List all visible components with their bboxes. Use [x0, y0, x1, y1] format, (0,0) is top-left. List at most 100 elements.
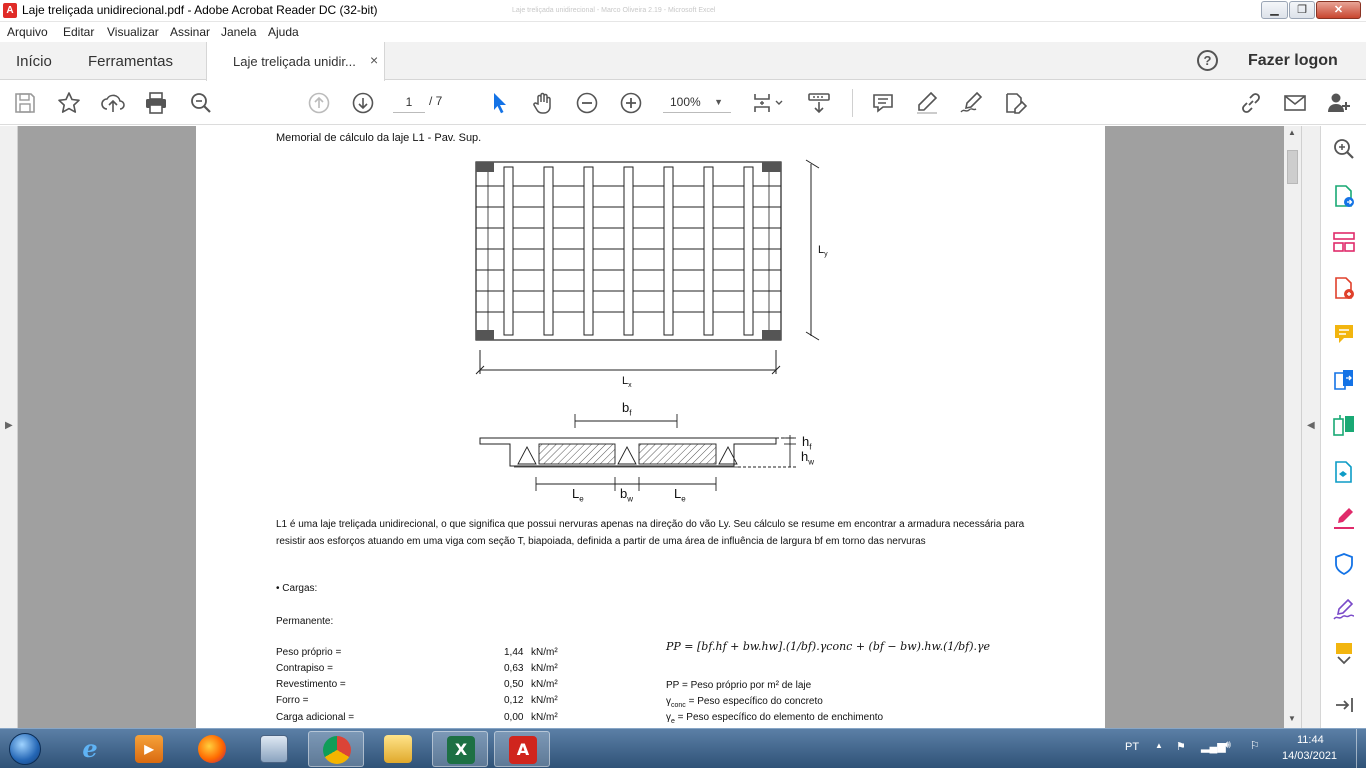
network-icon[interactable]: ▂▄▆	[1201, 740, 1226, 753]
scroll-up-icon[interactable]: ▲	[1288, 128, 1296, 137]
upload-icon[interactable]	[100, 90, 126, 116]
menu-ajuda[interactable]: Ajuda	[268, 25, 299, 39]
add-user-icon[interactable]	[1326, 90, 1352, 116]
taskbar-file-explorer[interactable]	[370, 731, 426, 767]
close-icon: ✕	[1333, 4, 1344, 16]
load-value: 0,12	[504, 695, 524, 706]
page-total: / 7	[429, 94, 443, 108]
legend-text: = Peso específico do elemento de enchime…	[674, 712, 884, 723]
load-label: Contrapiso =	[276, 663, 333, 674]
close-tab-icon[interactable]: ×	[370, 52, 378, 68]
volume-icon[interactable]: 🔊︎	[1224, 739, 1231, 752]
background-window-title: Laje treliçada unidirecional - Marco Oli…	[512, 7, 716, 14]
start-button[interactable]	[4, 730, 48, 768]
load-unit: kN/m²	[531, 695, 558, 706]
tab-tools[interactable]: Ferramentas	[88, 53, 173, 70]
scrollbar-thumb[interactable]	[1287, 150, 1298, 184]
zoom-in-icon[interactable]	[618, 90, 644, 116]
load-label: Peso próprio =	[276, 647, 342, 658]
menu-visualizar[interactable]: Visualizar	[107, 25, 159, 39]
page-fit-icon[interactable]	[750, 90, 786, 116]
highlight-icon[interactable]	[914, 90, 940, 116]
select-cursor-icon[interactable]	[486, 90, 512, 116]
left-panel-toggle[interactable]: ▶	[0, 126, 18, 728]
minimize-button[interactable]: ▁	[1261, 1, 1288, 19]
windows-orb-icon	[9, 733, 41, 765]
menu-editar[interactable]: Editar	[63, 25, 94, 39]
show-hidden-icons[interactable]: ▲	[1155, 741, 1163, 750]
expand-icon[interactable]	[1331, 692, 1357, 718]
send-for-review-icon[interactable]	[1331, 459, 1357, 485]
tab-home[interactable]: Início	[16, 53, 52, 70]
legend-symbol: PP	[666, 680, 680, 691]
document-workspace: ▶ Memorial de cálculo da laje L1 - Pav. …	[0, 126, 1320, 728]
help-icon[interactable]: ?	[1197, 50, 1218, 71]
clock-time[interactable]: 11:44	[1297, 734, 1324, 746]
vertical-scrollbar[interactable]: ▲ ▼	[1284, 126, 1301, 728]
page-down-icon[interactable]	[350, 90, 376, 116]
zoom-select[interactable]: 100% ▼	[663, 91, 731, 113]
action-center-icon[interactable]: ⚑	[1176, 740, 1186, 753]
comment-icon[interactable]	[870, 90, 896, 116]
expand-left-icon: ▶	[5, 420, 13, 431]
hand-icon[interactable]	[530, 90, 556, 116]
menu-janela[interactable]: Janela	[221, 25, 256, 39]
sign-icon[interactable]	[958, 90, 984, 116]
taskbar-internet-explorer[interactable]: e	[62, 731, 118, 767]
toolbar: 1 / 7 100% ▼	[0, 81, 1366, 125]
search-zoom-icon[interactable]	[188, 90, 214, 116]
page-number-input[interactable]: 1	[393, 91, 425, 113]
maximize-button[interactable]: ❐	[1289, 1, 1315, 19]
fill-sign-icon[interactable]	[1002, 90, 1028, 116]
taskbar: e ▶ X A PT ▲ ⚑ ▂▄▆ 🔊︎ ⚐ 11:44 14/03/2021	[0, 728, 1366, 768]
taskbar-acrobat[interactable]: A	[494, 731, 550, 767]
zoom-out-icon[interactable]	[574, 90, 600, 116]
taskbar-media-player[interactable]: ▶	[121, 731, 177, 767]
link-icon[interactable]	[1238, 90, 1264, 116]
taskbar-excel[interactable]: X	[432, 731, 488, 767]
taskbar-remote-desktop[interactable]	[246, 731, 302, 767]
taskbar-firefox[interactable]	[184, 731, 240, 767]
right-panel-toggle[interactable]: ◀	[1301, 126, 1320, 728]
toolbar-separator	[852, 89, 853, 117]
show-desktop-button[interactable]	[1356, 729, 1366, 768]
title-bar: A Laje treliçada unidirecional.pdf - Ado…	[0, 0, 1366, 22]
combine-files-icon[interactable]	[1331, 367, 1357, 393]
scroll-mode-icon[interactable]	[806, 90, 832, 116]
print-icon[interactable]	[143, 90, 169, 116]
pdf-page: Memorial de cálculo da laje L1 - Pav. Su…	[196, 126, 1105, 728]
scroll-down-icon[interactable]: ▼	[1288, 714, 1296, 723]
comment-tool-icon[interactable]	[1331, 321, 1357, 347]
t-section-drawing	[479, 414, 796, 491]
document-heading: Memorial de cálculo da laje L1 - Pav. Su…	[276, 132, 482, 144]
chevron-down-icon[interactable]	[1331, 654, 1357, 668]
close-window-button[interactable]: ✕	[1316, 1, 1361, 19]
organize-pages-icon[interactable]	[1331, 229, 1357, 255]
legend-gamma-e: γe = Peso específico do elemento de ench…	[666, 712, 883, 725]
login-button[interactable]: Fazer logon	[1248, 52, 1338, 70]
compare-icon[interactable]	[1331, 413, 1357, 439]
protect-icon[interactable]	[1331, 551, 1357, 577]
slab-plan-drawing	[475, 159, 820, 375]
clock-date[interactable]: 14/03/2021	[1282, 750, 1337, 762]
export-pdf-icon[interactable]	[1331, 183, 1357, 209]
window-title: Laje treliçada unidirecional.pdf - Adobe…	[22, 3, 378, 17]
star-icon[interactable]	[56, 90, 82, 116]
firefox-icon	[198, 735, 226, 763]
more-tools-icon[interactable]	[1331, 640, 1357, 654]
fill-sign-tool-icon[interactable]	[1331, 505, 1357, 531]
menu-assinar[interactable]: Assinar	[170, 25, 210, 39]
email-icon[interactable]	[1282, 90, 1308, 116]
create-pdf-icon[interactable]	[1331, 275, 1357, 301]
menu-arquivo[interactable]: Arquivo	[7, 25, 48, 39]
dimension-bw-subscript: w	[627, 494, 634, 504]
signature-icon[interactable]	[1331, 597, 1357, 623]
save-icon[interactable]	[12, 90, 38, 116]
language-indicator[interactable]: PT	[1125, 741, 1139, 753]
zoom-tool-icon[interactable]	[1331, 136, 1357, 162]
taskbar-chrome[interactable]	[308, 731, 364, 767]
flag-icon[interactable]: ⚐	[1250, 739, 1260, 752]
tab-document[interactable]: Laje treliçada unidir... ×	[206, 42, 385, 81]
dimension-le-left: Le	[572, 486, 584, 504]
page-up-icon[interactable]	[306, 90, 332, 116]
